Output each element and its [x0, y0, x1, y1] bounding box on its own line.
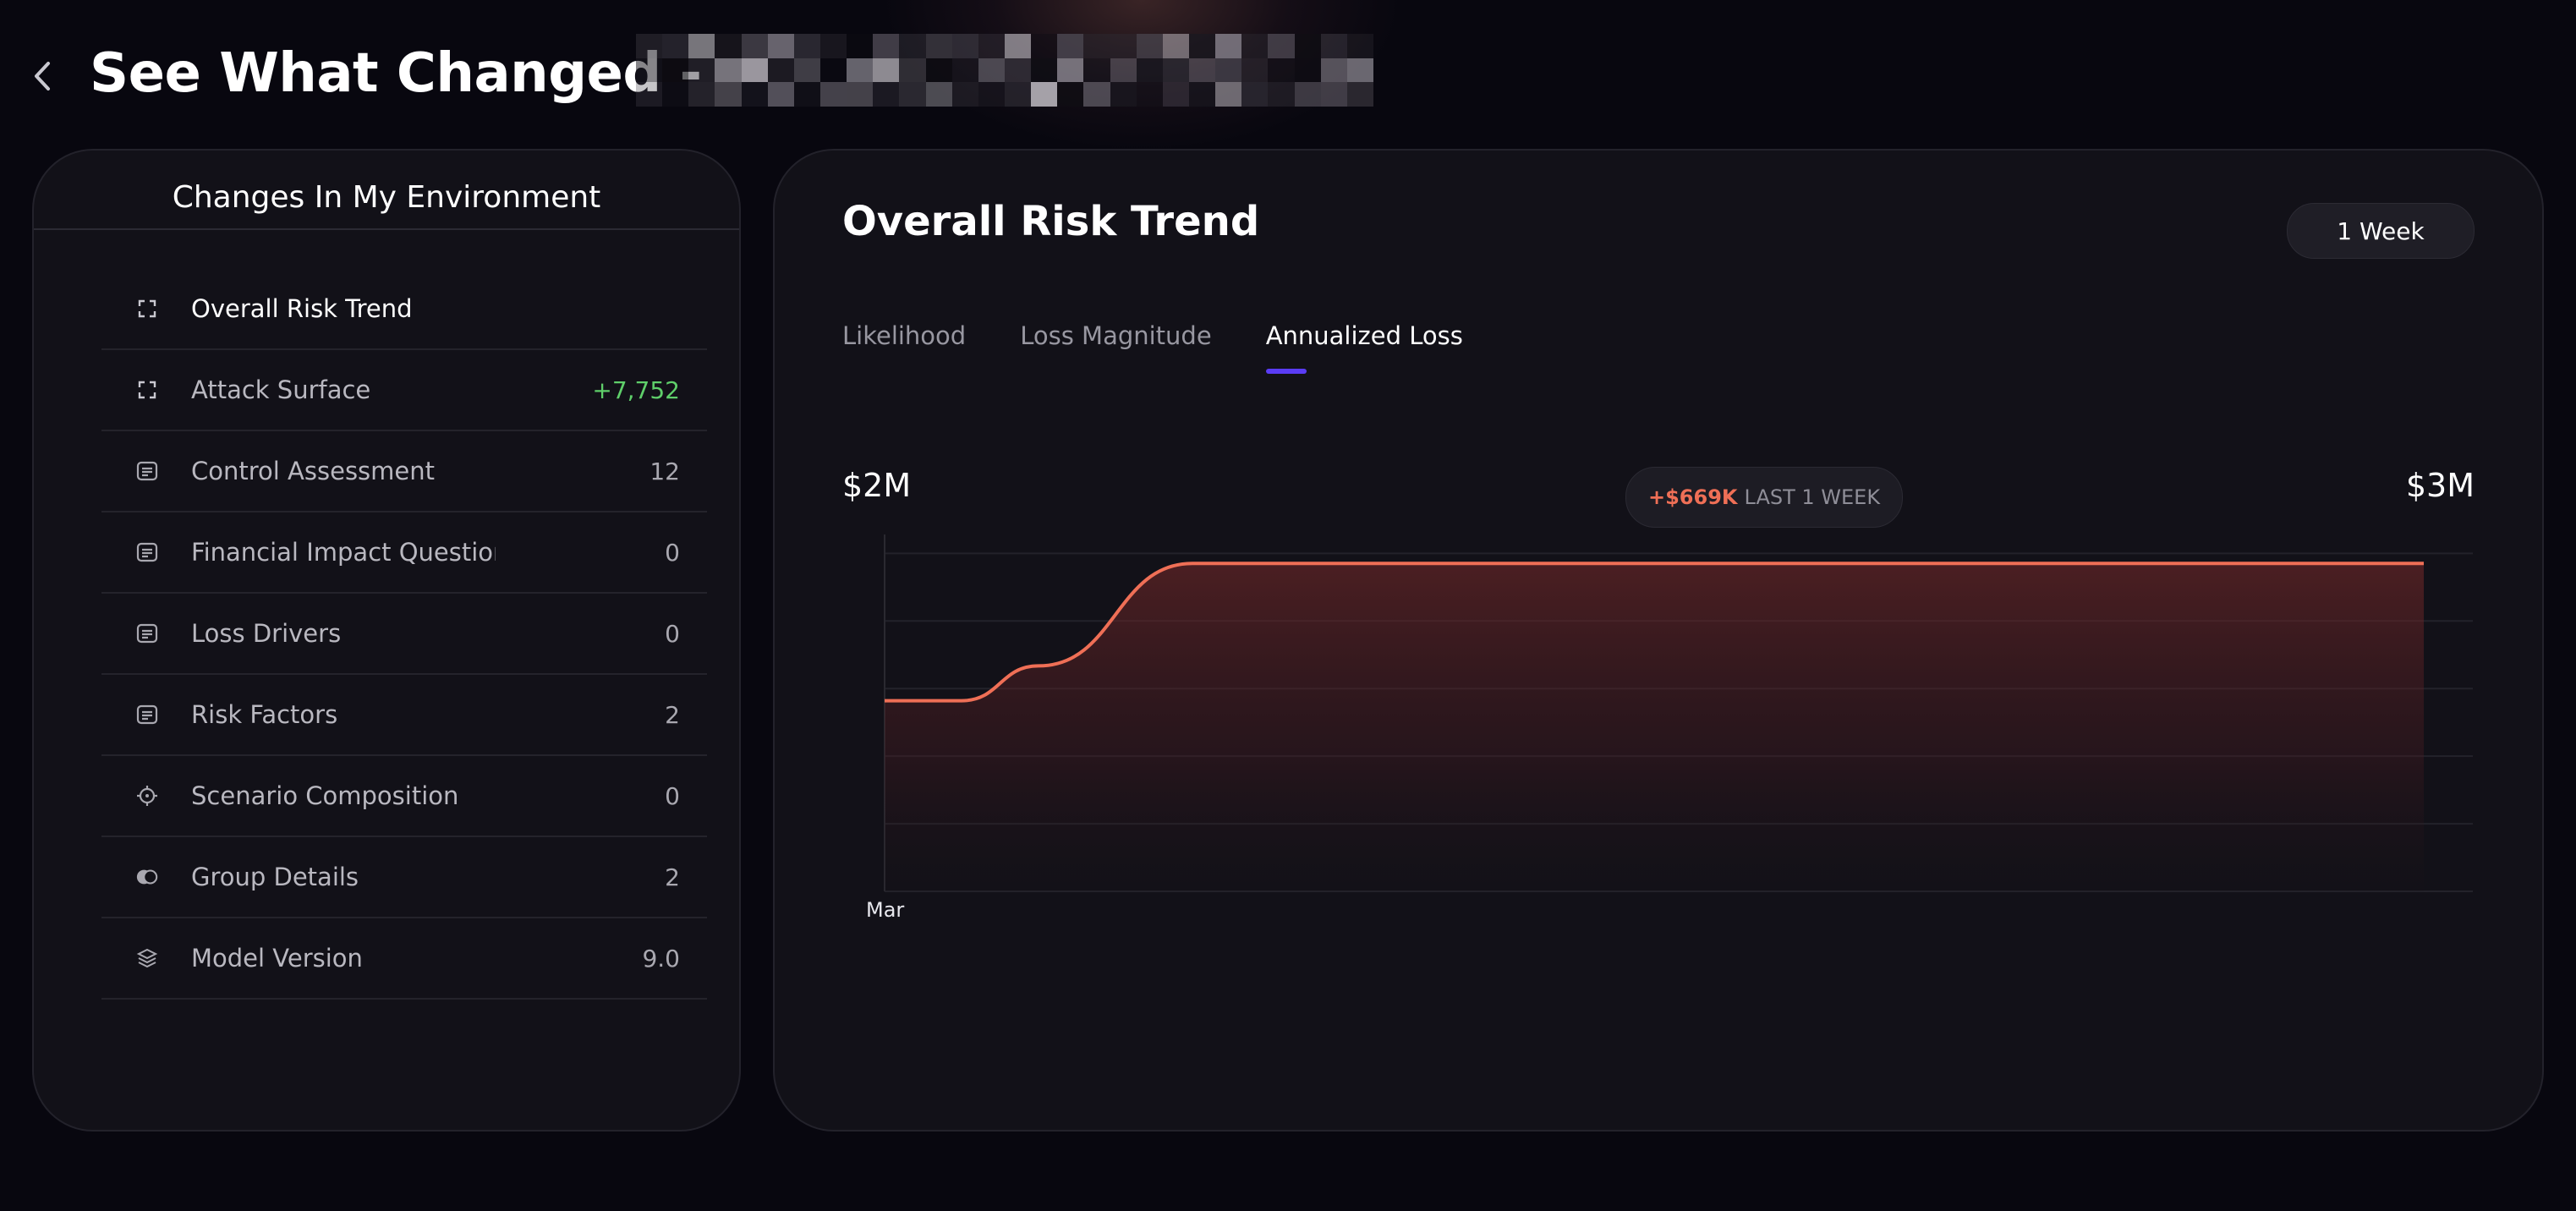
- document-list-icon: [135, 459, 159, 483]
- changes-list-item-label: Scenario Composition: [191, 781, 459, 810]
- changes-list-item-count: 2: [665, 700, 680, 729]
- expand-icon: [135, 378, 159, 402]
- changes-list-item-label: Model Version: [191, 944, 363, 973]
- expand-icon: [135, 297, 159, 321]
- header: See What Changed -: [0, 0, 2576, 144]
- changes-list-item-label: Group Details: [191, 863, 359, 891]
- changes-list-item-count: 12: [649, 457, 680, 485]
- changes-list-item[interactable]: Overall Risk Trend: [101, 269, 707, 350]
- document-list-icon: [135, 540, 159, 564]
- page-title: See What Changed -: [90, 42, 702, 105]
- changes-list-item[interactable]: Group Details 2: [101, 837, 707, 918]
- changes-list-item[interactable]: Financial Impact Questionnaire 0: [101, 512, 707, 594]
- changes-list-item-count: +7,752: [592, 375, 680, 404]
- changes-list-item[interactable]: Control Assessment 12: [101, 431, 707, 512]
- divider: [34, 228, 739, 230]
- changes-list-item[interactable]: Risk Factors 2: [101, 675, 707, 756]
- back-button[interactable]: [25, 59, 59, 93]
- changes-list-item-count: 9.0: [642, 944, 680, 973]
- changes-list-item[interactable]: Model Version 9.0: [101, 918, 707, 1000]
- changes-list-item-label: Loss Drivers: [191, 619, 342, 648]
- changes-list-item-count: 0: [665, 619, 680, 648]
- changes-list-item-count: 0: [665, 538, 680, 567]
- toggle-icon: [135, 865, 159, 889]
- changes-panel-title: Changes In My Environment: [172, 179, 601, 215]
- layers-icon: [135, 946, 159, 970]
- changes-panel: Changes In My Environment Overall Risk T…: [32, 149, 741, 1132]
- changes-list: Overall Risk Trend Attack Surface +7,752 Co…: [101, 269, 707, 1000]
- changes-list-item-count: 2: [665, 863, 680, 891]
- changes-list-item-label: Control Assessment: [191, 457, 436, 485]
- redacted-name-pixelation: [636, 34, 1373, 107]
- changes-list-item-label: Overall Risk Trend: [191, 294, 413, 323]
- chevron-left-icon: [35, 62, 50, 90]
- document-list-icon: [135, 703, 159, 726]
- changes-list-item-count: 0: [665, 781, 680, 810]
- risk-trend-panel: Overall Risk Trend 1 Week Likelihood Los…: [773, 149, 2544, 1132]
- changes-list-item[interactable]: Attack Surface +7,752: [101, 350, 707, 431]
- document-list-icon: [135, 622, 159, 645]
- x-tick-label: Mar: [866, 898, 905, 922]
- changes-list-item[interactable]: Loss Drivers 0: [101, 594, 707, 675]
- changes-list-item-label: Attack Surface: [191, 375, 371, 404]
- crosshair-icon: [135, 784, 159, 808]
- changes-list-item-label: Risk Factors: [191, 700, 338, 729]
- risk-trend-chart: [884, 534, 2473, 892]
- changes-list-item-label: Financial Impact Questionnaire: [191, 538, 496, 567]
- changes-list-item[interactable]: Scenario Composition 0: [101, 756, 707, 837]
